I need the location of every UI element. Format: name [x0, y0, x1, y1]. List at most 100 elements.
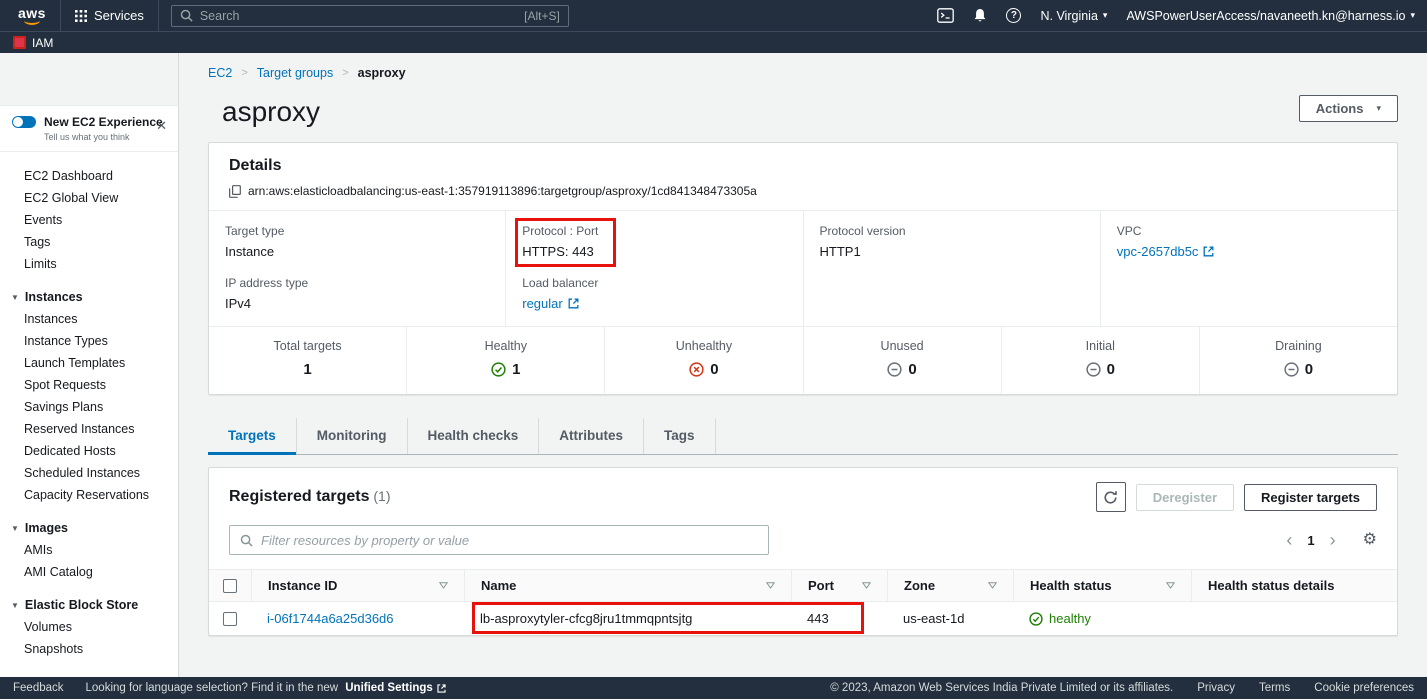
sort-icon[interactable] [766, 582, 775, 589]
details-heading: Details [229, 157, 1377, 175]
language-notice: Looking for language selection? Find it … [86, 682, 446, 694]
deregister-button[interactable]: Deregister [1136, 484, 1234, 511]
account-label: AWSPowerUserAccess/navaneeth.kn@harness.… [1126, 9, 1405, 23]
load-balancer-link[interactable]: regular [522, 296, 578, 311]
details-panel: Details arn:aws:elasticloadbalancing:us-… [208, 142, 1398, 395]
pagination: ‹ 1 › ⚙ [1286, 531, 1377, 549]
column-header-zone[interactable]: Zone [887, 570, 1013, 601]
sidebar-item-amis[interactable]: AMIs [0, 539, 178, 561]
arn-value: arn:aws:elasticloadbalancing:us-east-1:3… [248, 184, 757, 198]
copyright: © 2023, Amazon Web Services India Privat… [830, 682, 1173, 694]
sidebar-item-snapshots[interactable]: Snapshots [0, 638, 178, 660]
field-load-balancer: Load balancer regular [522, 276, 786, 311]
cloudshell-button[interactable] [937, 8, 954, 23]
new-experience-toggle[interactable] [12, 116, 36, 128]
top-navigation-bar: aws Services [Alt+S] ? N. Virginia ▾ [0, 0, 1427, 31]
tab-attributes[interactable]: Attributes [539, 418, 644, 454]
account-menu[interactable]: AWSPowerUserAccess/navaneeth.kn@harness.… [1126, 9, 1415, 23]
copy-icon[interactable] [229, 185, 241, 198]
sidebar-item-instance-types[interactable]: Instance Types [0, 330, 178, 352]
breadcrumb-separator: > [241, 67, 247, 79]
privacy-link[interactable]: Privacy [1197, 682, 1235, 694]
tab-tags[interactable]: Tags [644, 418, 716, 454]
breadcrumb-link-ec2[interactable]: EC2 [208, 66, 232, 80]
tab-targets[interactable]: Targets [208, 418, 297, 454]
select-all-checkbox[interactable] [223, 579, 237, 593]
notifications-button[interactable] [973, 8, 987, 23]
main-content: EC2 > Target groups > asproxy asproxy Ac… [179, 53, 1427, 677]
field-protocol-version: Protocol version HTTP1 [820, 224, 1084, 259]
sort-icon[interactable] [988, 582, 997, 589]
pagination-next-icon[interactable]: › [1330, 531, 1336, 549]
nav-divider [60, 0, 61, 31]
healthy-check-icon [491, 362, 506, 377]
sidebar-item-ec2-global-view[interactable]: EC2 Global View [0, 187, 178, 209]
sidebar-item-ec2-dashboard[interactable]: EC2 Dashboard [0, 165, 178, 187]
settings-gear-icon[interactable]: ⚙ [1363, 532, 1377, 548]
console-footer: Feedback Looking for language selection?… [0, 677, 1427, 699]
sidebar-item-dedicated-hosts[interactable]: Dedicated Hosts [0, 440, 178, 462]
registered-targets-title: Registered targets [229, 488, 370, 505]
breadcrumb-current: asproxy [358, 66, 406, 80]
aws-logo[interactable]: aws [8, 7, 56, 25]
pagination-page-1[interactable]: 1 [1307, 533, 1314, 548]
stat-unused: Unused 0 [803, 327, 1001, 394]
actions-button[interactable]: Actions ▾ [1299, 95, 1398, 122]
caret-down-icon: ▾ [1103, 10, 1108, 21]
column-header-name[interactable]: Name [464, 570, 791, 601]
sort-icon[interactable] [439, 582, 448, 589]
column-header-health-status-details: Health status details [1191, 570, 1397, 601]
feedback-link[interactable]: Feedback [13, 682, 64, 694]
external-link-icon [437, 684, 446, 693]
help-button[interactable]: ? [1006, 8, 1021, 23]
nav-divider [158, 0, 159, 31]
sidebar-item-capacity-reservations[interactable]: Capacity Reservations [0, 484, 178, 506]
sidebar-item-limits[interactable]: Limits [0, 253, 178, 275]
tab-monitoring[interactable]: Monitoring [297, 418, 408, 454]
cookie-preferences-link[interactable]: Cookie preferences [1314, 682, 1414, 694]
sidebar-section-images[interactable]: ▼ Images [0, 517, 178, 539]
region-selector[interactable]: N. Virginia ▾ [1040, 9, 1107, 23]
search-input[interactable] [200, 9, 517, 23]
terms-link[interactable]: Terms [1259, 682, 1290, 694]
sidebar-item-volumes[interactable]: Volumes [0, 616, 178, 638]
sidebar-item-tags[interactable]: Tags [0, 231, 178, 253]
sidebar-item-launch-templates[interactable]: Launch Templates [0, 352, 178, 374]
sidebar-item-instances[interactable]: Instances [0, 308, 178, 330]
breadcrumb-separator: > [342, 67, 348, 79]
services-menu[interactable]: Services [65, 0, 154, 31]
pagination-prev-icon[interactable]: ‹ [1286, 531, 1292, 549]
sidebar-item-scheduled-instances[interactable]: Scheduled Instances [0, 462, 178, 484]
column-header-health-status[interactable]: Health status [1013, 570, 1191, 601]
sidebar-item-ami-catalog[interactable]: AMI Catalog [0, 561, 178, 583]
field-vpc: VPC vpc-2657db5c [1117, 224, 1381, 259]
refresh-button[interactable] [1096, 482, 1126, 512]
sidebar-section-instances[interactable]: ▼ Instances [0, 286, 178, 308]
sort-icon[interactable] [862, 582, 871, 589]
sidebar-section-elastic-block-store[interactable]: ▼ Elastic Block Store [0, 594, 178, 616]
close-icon[interactable]: ✕ [156, 119, 167, 132]
name-cell: lb-asproxytyler-cfcg8jru1tmmqpntsjtg [464, 602, 791, 635]
sidebar-item-events[interactable]: Events [0, 209, 178, 231]
tab-health-checks[interactable]: Health checks [408, 418, 540, 454]
column-header-port[interactable]: Port [791, 570, 887, 601]
iam-shortcut[interactable]: IAM [32, 36, 53, 50]
region-label: N. Virginia [1040, 9, 1097, 23]
search-bar[interactable]: [Alt+S] [171, 5, 569, 27]
external-link-icon [1203, 246, 1214, 257]
vpc-link[interactable]: vpc-2657db5c [1117, 244, 1215, 259]
row-checkbox[interactable] [223, 612, 237, 626]
unified-settings-link[interactable]: Unified Settings [345, 682, 446, 694]
sidebar-item-spot-requests[interactable]: Spot Requests [0, 374, 178, 396]
filter-field[interactable] [229, 525, 769, 555]
registered-targets-panel: Registered targets (1) Deregister Regist… [208, 467, 1398, 636]
sort-icon[interactable] [1166, 582, 1175, 589]
register-targets-button[interactable]: Register targets [1244, 484, 1377, 511]
filter-input[interactable] [261, 533, 758, 548]
instance-id-link[interactable]: i-06f1744a6a25d36d6 [267, 611, 394, 626]
breadcrumb-link-target-groups[interactable]: Target groups [257, 66, 333, 80]
sidebar-item-savings-plans[interactable]: Savings Plans [0, 396, 178, 418]
aws-logo-text: aws [18, 7, 46, 20]
column-header-instance-id[interactable]: Instance ID [251, 570, 464, 601]
sidebar-item-reserved-instances[interactable]: Reserved Instances [0, 418, 178, 440]
